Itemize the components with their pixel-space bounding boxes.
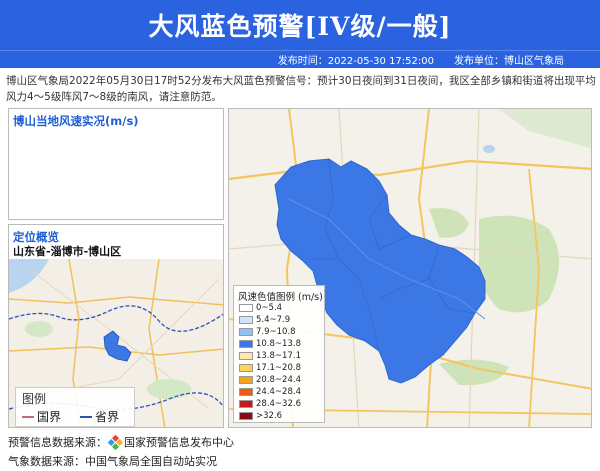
color-swatch-icon: [239, 316, 253, 324]
wind-legend-item: 24.4~28.4: [239, 387, 301, 397]
publish-unit: 发布单位：博山区气象局: [454, 56, 564, 67]
main-alert-map[interactable]: 风速色值图例 (m/s) 0~5.4 5.4~7.9 7.9~10.8 10.8…: [228, 108, 592, 428]
province-border-line-icon: [80, 415, 92, 418]
wind-legend-label: >32.6: [256, 411, 283, 421]
wind-color-legend: 风速色值图例 (m/s) 0~5.4 5.4~7.9 7.9~10.8 10.8…: [233, 285, 325, 423]
alert-title: 大风蓝色预警[IV级/一般]: [148, 12, 452, 41]
wind-legend-item: 7.9~10.8: [239, 327, 296, 337]
color-swatch-icon: [239, 400, 253, 408]
color-swatch-icon: [239, 304, 253, 312]
color-swatch-icon: [239, 340, 253, 348]
legend-label-province-border: 省界: [95, 410, 120, 424]
wind-legend-item: 20.8~24.4: [239, 375, 301, 385]
location-region: 山东省-淄博市-博山区: [13, 245, 122, 258]
color-swatch-icon: [239, 412, 253, 420]
wind-legend-label: 28.4~32.6: [256, 399, 301, 409]
color-swatch-icon: [239, 352, 253, 360]
color-swatch-icon: [239, 376, 253, 384]
location-overview-panel: 定位概览 山东省-淄博市-博山区 图例 国界 省界: [8, 224, 224, 428]
wind-legend-label: 5.4~7.9: [256, 315, 291, 325]
wind-legend-label: 7.9~10.8: [256, 327, 296, 337]
wind-legend-item: 5.4~7.9: [239, 315, 290, 325]
color-swatch-icon: [239, 364, 253, 372]
publish-time: 发布时间：2022-05-30 17:52:00: [277, 56, 434, 67]
publish-info-bar: 发布时间：2022-05-30 17:52:00 发布单位：博山区气象局: [0, 50, 600, 68]
wind-legend-item: 17.1~20.8: [239, 363, 301, 373]
alert-description: 博山区气象局2022年05月30日17时52分发布大风蓝色预警信号：预计30日夜…: [6, 75, 596, 103]
legend-item-national-border: 国界: [22, 408, 61, 425]
wind-legend-item: >32.6: [239, 411, 282, 421]
wind-legend-label: 10.8~13.8: [256, 339, 301, 349]
wind-legend-label: 20.8~24.4: [256, 375, 301, 385]
warning-source-label: 预警信息数据来源：: [8, 436, 107, 449]
wind-speed-title: 博山当地风速实况(m/s): [13, 114, 139, 128]
color-swatch-icon: [239, 328, 253, 336]
weather-source-line: 气象数据来源：中国气象局全国自动站实况: [8, 453, 217, 469]
wind-legend-item: 10.8~13.8: [239, 339, 301, 349]
warning-source-org: 国家预警信息发布中心: [124, 436, 234, 449]
wind-legend-label: 13.8~17.1: [256, 351, 301, 361]
legend-item-province-border: 省界: [80, 408, 119, 425]
warning-source-line: 预警信息数据来源： 国家预警信息发布中心: [8, 434, 234, 450]
wind-speed-panel: 博山当地风速实况(m/s): [8, 108, 224, 220]
wind-legend-item: 13.8~17.1: [239, 351, 301, 361]
wind-legend-label: 24.4~28.4: [256, 387, 301, 397]
wind-legend-label: 0~5.4: [256, 303, 283, 313]
legend-label-national-border: 国界: [37, 410, 62, 424]
warning-center-logo-icon: [107, 434, 124, 450]
wind-legend-item: 0~5.4: [239, 303, 282, 313]
national-border-line-icon: [22, 415, 34, 418]
wind-legend-title: 风速色值图例 (m/s): [238, 292, 323, 303]
wind-legend-label: 17.1~20.8: [256, 363, 301, 373]
alert-header: 大风蓝色预警[IV级/一般]: [0, 0, 600, 50]
overview-legend-title: 图例: [22, 392, 47, 406]
overview-legend: 图例 国界 省界: [15, 387, 135, 427]
color-swatch-icon: [239, 388, 253, 396]
wind-legend-item: 28.4~32.6: [239, 399, 301, 409]
weather-source-text: 气象数据来源：中国气象局全国自动站实况: [8, 455, 217, 468]
